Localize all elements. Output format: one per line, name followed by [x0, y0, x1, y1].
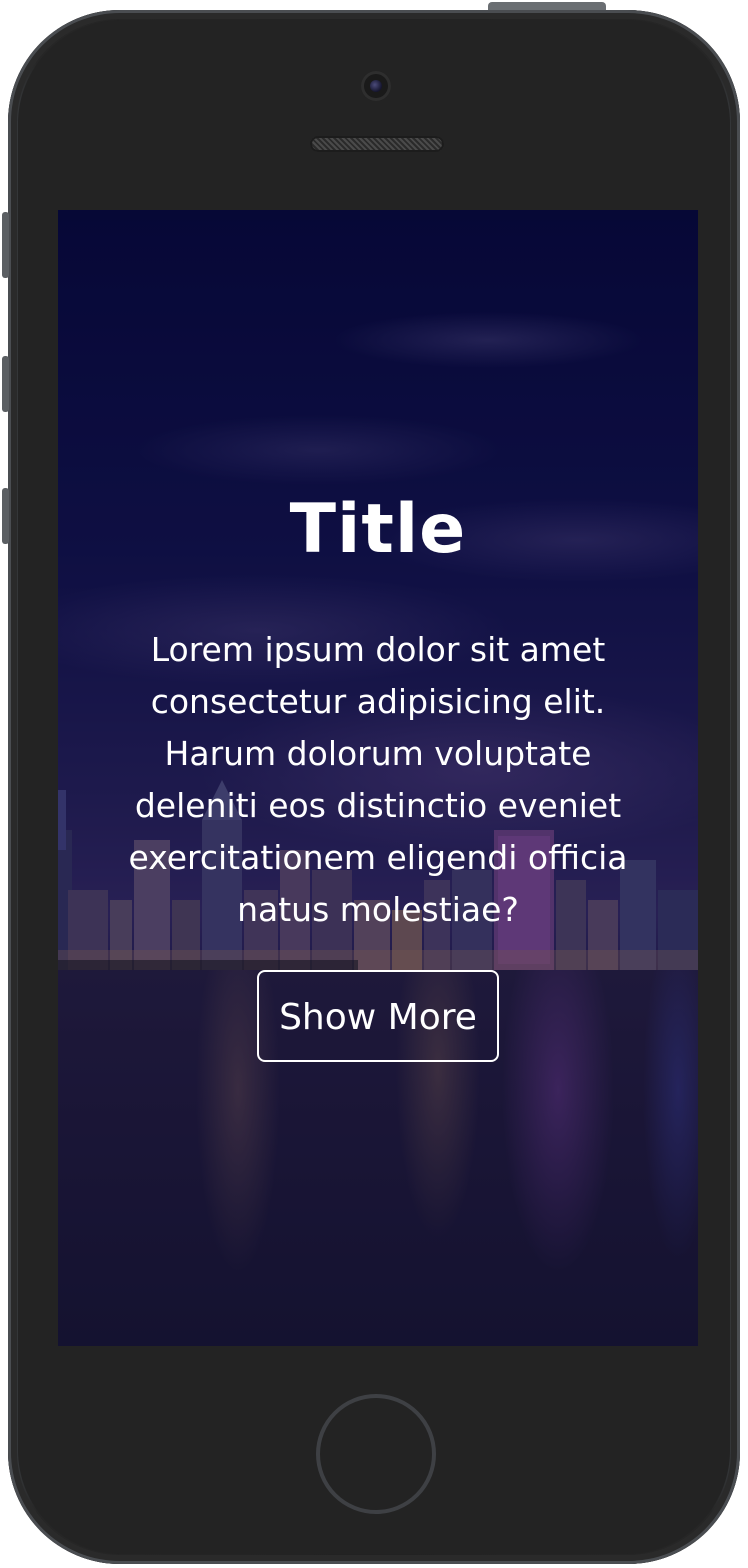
front-camera-icon [361, 71, 391, 101]
home-button[interactable] [316, 1394, 436, 1514]
earpiece-speaker [310, 136, 444, 152]
hero-description: Lorem ipsum dolor sit amet consectetur a… [128, 630, 628, 929]
mute-switch [2, 212, 9, 278]
show-more-button[interactable]: Show More [257, 970, 499, 1062]
volume-down-button [2, 488, 9, 544]
volume-up-button [2, 356, 9, 412]
phone-screen: Title Lorem ipsum dolor sit amet consect… [58, 210, 698, 1346]
hero-title: Title [289, 490, 467, 569]
hero-content: Title Lorem ipsum dolor sit amet consect… [58, 480, 698, 1062]
power-button [488, 2, 606, 10]
